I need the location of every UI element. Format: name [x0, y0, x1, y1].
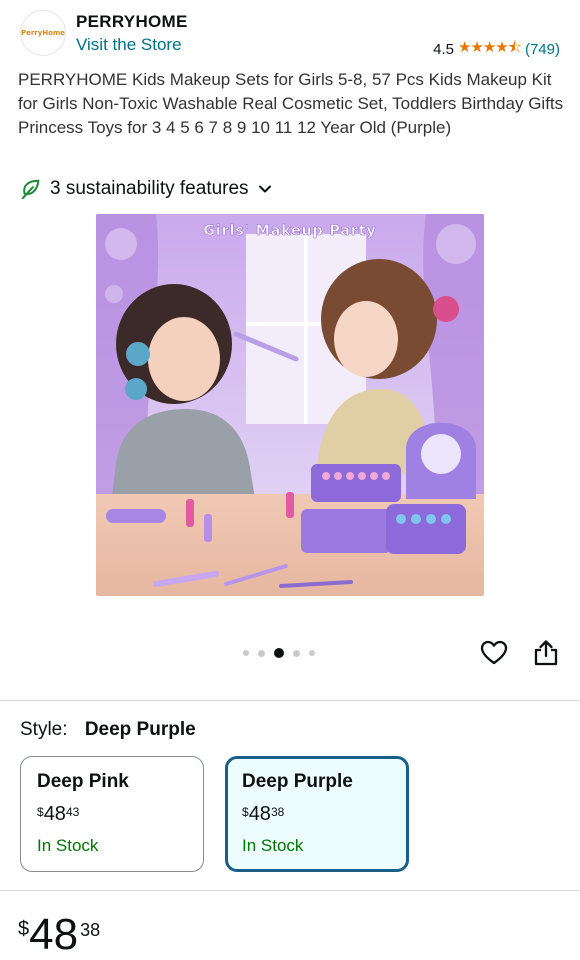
- style-selector-label: Style: Deep Purple: [20, 719, 196, 741]
- brand-name: PERRYHOME: [76, 12, 188, 31]
- section-divider: [0, 700, 580, 701]
- rating-value: 4.5: [433, 41, 454, 58]
- chevron-down-icon: [258, 185, 271, 193]
- product-image[interactable]: Girls' Makeup Party: [96, 214, 484, 596]
- rating-count[interactable]: (749): [525, 41, 560, 58]
- share-icon[interactable]: [533, 639, 559, 667]
- carousel-dot[interactable]: [309, 650, 315, 656]
- option-price-whole: 48: [43, 803, 66, 825]
- sustainability-label: 3 sustainability features: [50, 178, 249, 199]
- option-price-cents: 43: [65, 805, 80, 819]
- product-title: PERRYHOME Kids Makeup Sets for Girls 5-8…: [18, 70, 564, 137]
- option-price: $ 48 38: [242, 803, 392, 826]
- carousel-dot[interactable]: [293, 649, 300, 657]
- option-price-cents: 38: [270, 805, 285, 819]
- logo-text: PerryHome: [20, 29, 66, 37]
- price-cents: 38: [80, 920, 101, 940]
- store-header: PerryHome PERRYHOME Visit the Store 4.5 …: [20, 10, 560, 60]
- carousel-dot[interactable]: [258, 649, 265, 657]
- option-price-currency: $: [242, 805, 249, 819]
- image-caption: Girls' Makeup Party: [203, 223, 376, 239]
- section-divider: [0, 890, 580, 891]
- option-price-currency: $: [37, 805, 44, 819]
- carousel-dot[interactable]: [243, 650, 249, 656]
- option-stock: In Stock: [242, 836, 304, 855]
- carousel-indicator[interactable]: [243, 648, 315, 658]
- option-stock: In Stock: [37, 836, 99, 855]
- option-name: Deep Purple: [242, 771, 353, 792]
- rating-summary[interactable]: 4.5 ★★★★⯪ (749): [433, 37, 560, 62]
- option-name: Deep Pink: [37, 771, 129, 792]
- price-currency: $: [18, 918, 30, 940]
- style-selected-value: Deep Purple: [84, 719, 196, 740]
- price-whole: 48: [29, 910, 79, 959]
- visit-store-link[interactable]: Visit the Store: [76, 35, 182, 55]
- style-option-deep-purple[interactable]: Deep Purple $ 48 38 In Stock: [225, 756, 409, 872]
- option-price-whole: 48: [248, 803, 271, 825]
- leaf-icon: [21, 179, 40, 200]
- option-price: $ 48 43: [37, 803, 187, 826]
- carousel-dot-active[interactable]: [274, 648, 284, 658]
- sustainability-features[interactable]: 3 sustainability features: [20, 178, 273, 200]
- product-price: $ 48 38: [18, 912, 100, 958]
- style-label: Style:: [20, 719, 68, 740]
- heart-icon[interactable]: [480, 640, 508, 666]
- star-rating-icon: ★★★★⯪: [457, 39, 522, 56]
- style-option-deep-pink[interactable]: Deep Pink $ 48 43 In Stock: [20, 756, 204, 872]
- store-logo[interactable]: PerryHome: [20, 10, 66, 56]
